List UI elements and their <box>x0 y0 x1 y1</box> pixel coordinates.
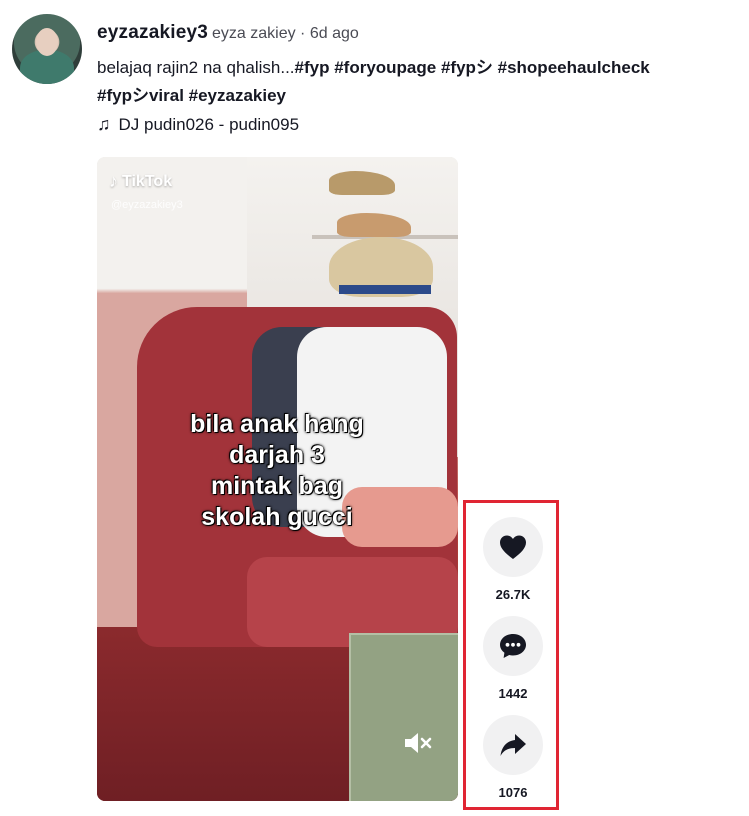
avatar[interactable] <box>12 14 82 84</box>
music-title: DJ pudin026 - pudin095 <box>118 114 300 134</box>
like-button[interactable] <box>483 517 543 577</box>
video-overlay-text: bila anak hang darjah 3 mintak bag skola… <box>190 410 364 531</box>
post-header: eyzazakiey3 eyza zakiey · 6d ago <box>97 22 739 44</box>
comment-bubble-icon <box>500 634 526 658</box>
like-action: 26.7K <box>483 517 543 602</box>
nickname-and-time: eyza zakiey · 6d ago <box>212 25 359 42</box>
caption-text: belajaq rajin2 na qhalish... <box>97 58 295 77</box>
username-link[interactable]: eyzazakiey3 <box>97 22 208 43</box>
share-button[interactable] <box>483 715 543 775</box>
volume-muted-icon[interactable] <box>403 731 433 755</box>
comment-button[interactable] <box>483 616 543 676</box>
watermark-handle: @eyzazakiey3 <box>111 199 183 211</box>
heart-icon <box>500 535 526 559</box>
video-player[interactable]: ♪ TikTok @eyzazakiey3 bila anak hang dar… <box>97 157 458 801</box>
comment-count: 1442 <box>498 686 528 701</box>
music-note-icon: ♫ <box>97 114 111 134</box>
action-bar-highlight: 26.7K 1442 1076 <box>463 500 559 810</box>
post-caption: belajaq rajin2 na qhalish...#fyp #foryou… <box>97 54 737 110</box>
tiktok-watermark: ♪ TikTok <box>109 171 173 191</box>
share-count: 1076 <box>498 785 528 800</box>
tiktok-logo-icon: ♪ <box>109 171 118 191</box>
share-action: 1076 <box>483 715 543 800</box>
hashtags-line-2[interactable]: #fypシviral #eyzazakiey <box>97 86 286 105</box>
like-count: 26.7K <box>495 587 531 602</box>
hashtags-line-1[interactable]: #fyp #foryoupage #fypシ #shopeehaulcheck <box>295 58 650 77</box>
music-link[interactable]: ♫ DJ pudin026 - pudin095 <box>97 114 299 135</box>
comment-action: 1442 <box>483 616 543 701</box>
share-arrow-icon <box>500 734 526 756</box>
